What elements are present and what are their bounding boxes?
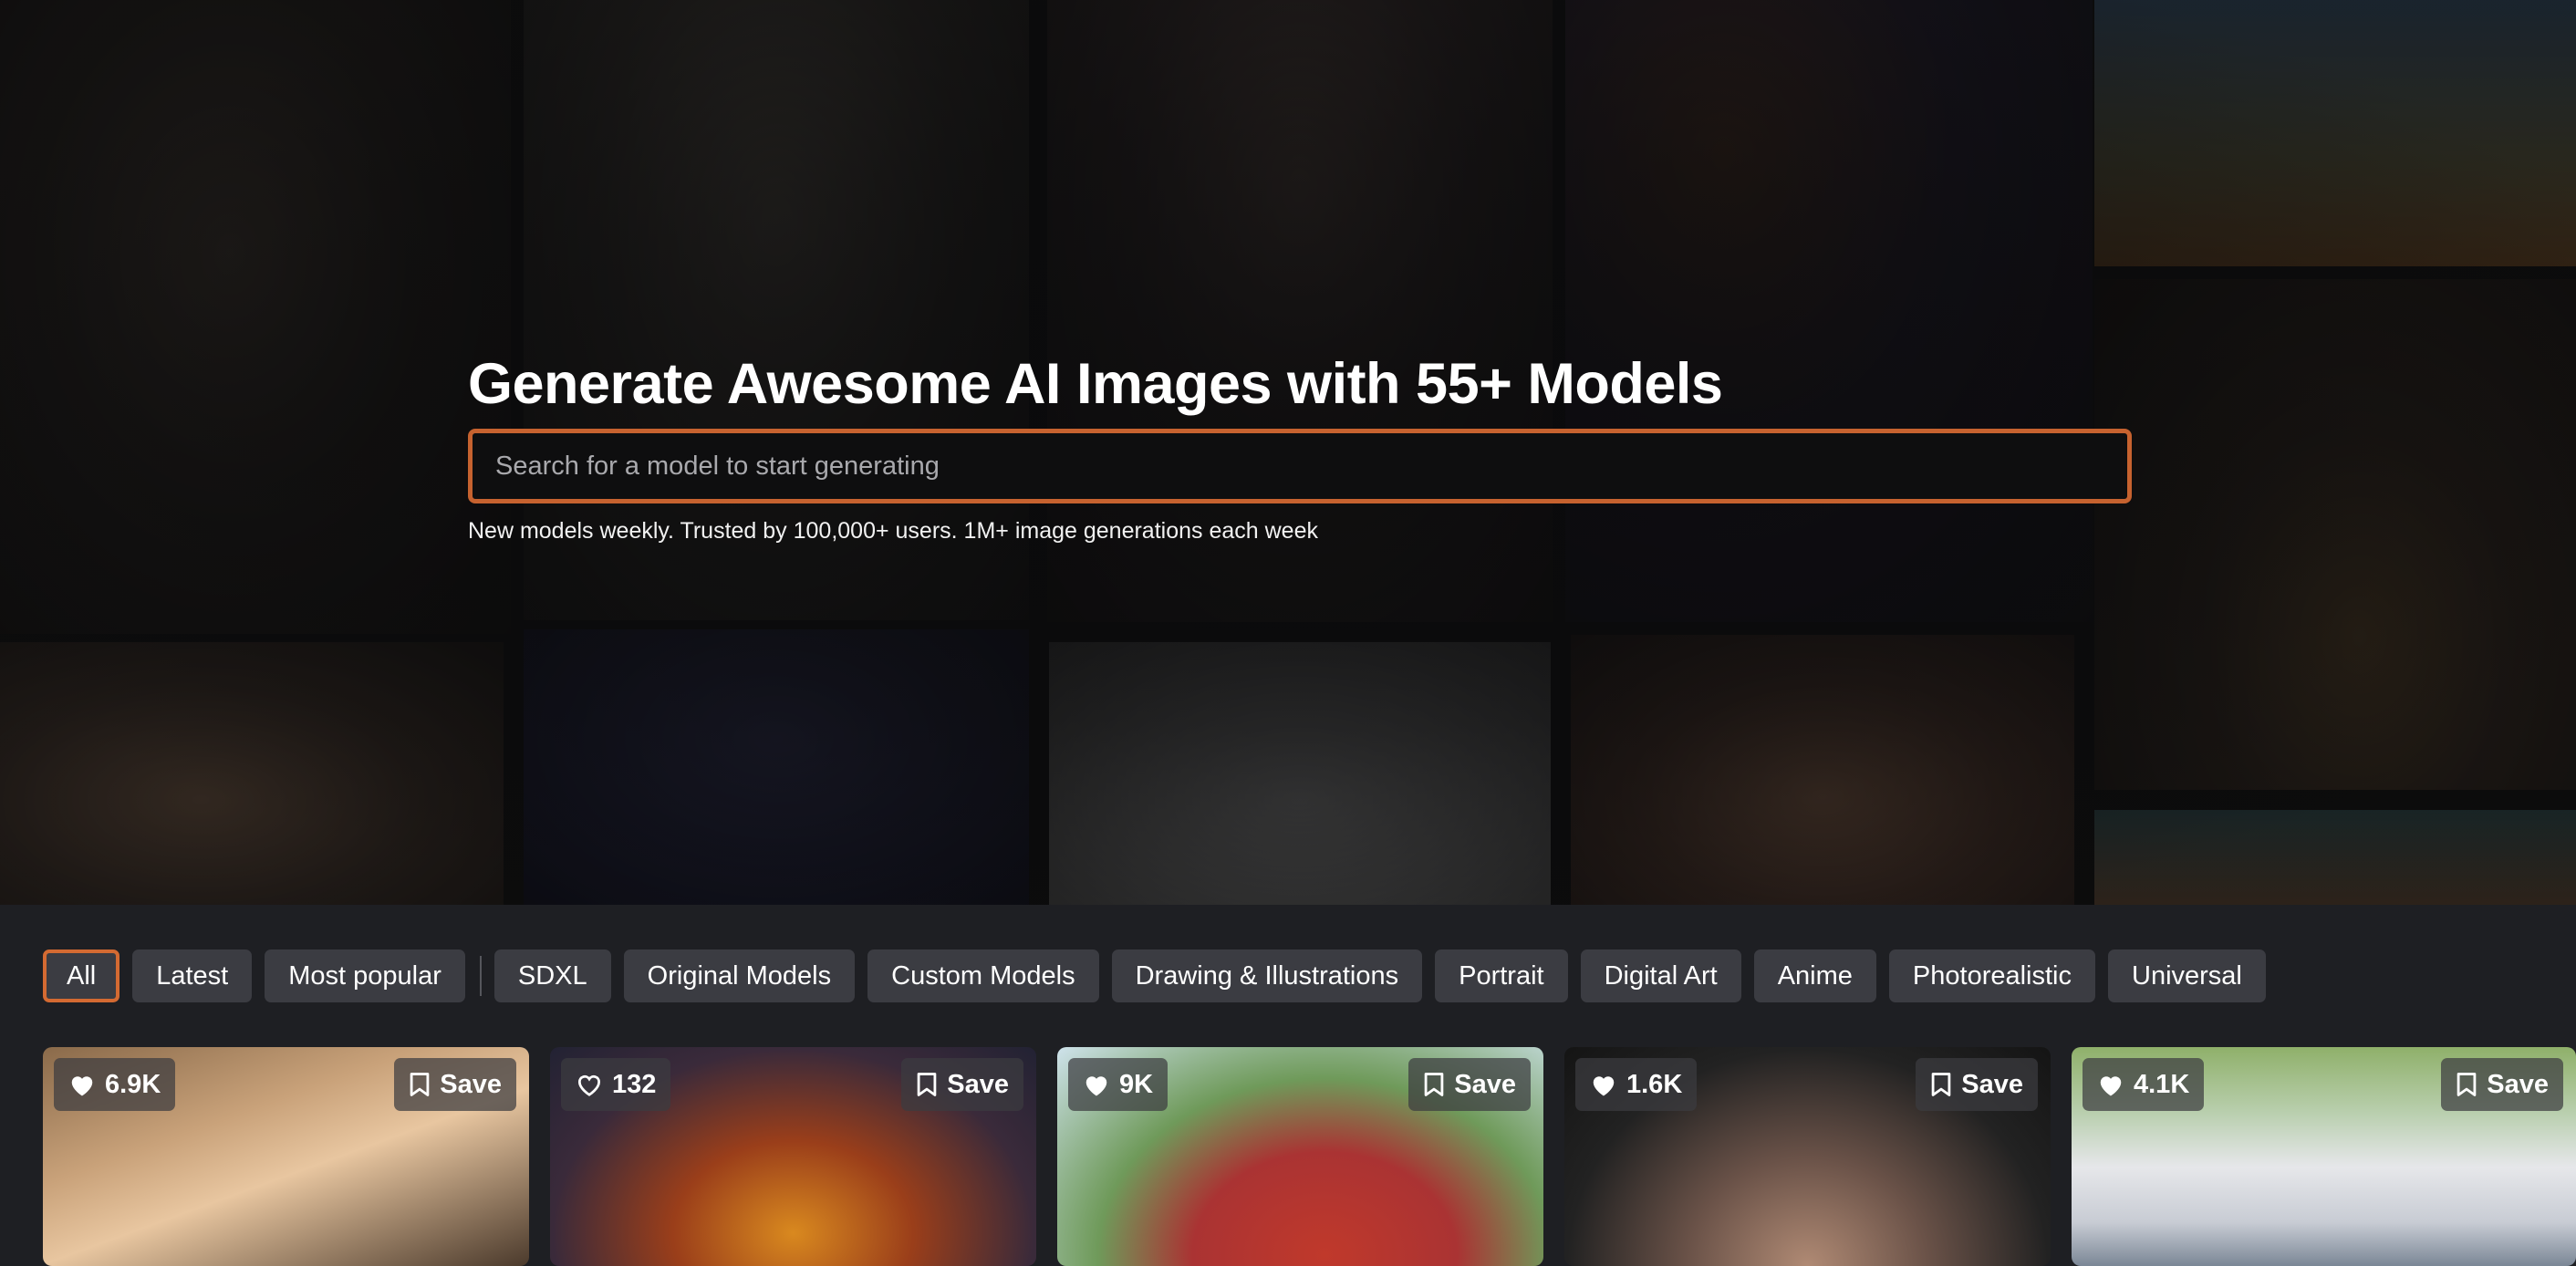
model-card[interactable]: 1.6K Save: [1564, 1047, 2051, 1266]
filter-chip-photorealistic[interactable]: Photorealistic: [1888, 950, 2095, 1002]
bookmark-icon: [2457, 1073, 2477, 1096]
like-button[interactable]: 9K: [1068, 1058, 1169, 1111]
filter-chip-drawing-illustrations[interactable]: Drawing & Illustrations: [1111, 950, 1423, 1002]
like-count: 4.1K: [2134, 1069, 2190, 1099]
save-label: Save: [2487, 1069, 2549, 1099]
heart-icon: [71, 1076, 93, 1096]
like-count: 6.9K: [105, 1069, 161, 1099]
filter-chip-universal[interactable]: Universal: [2108, 950, 2266, 1002]
heart-icon: [1593, 1076, 1615, 1096]
model-card[interactable]: 132 Save: [550, 1047, 1036, 1266]
filter-chip-most-popular[interactable]: Most popular: [265, 950, 465, 1002]
hero-title: Generate Awesome AI Images with 55+ Mode…: [468, 352, 1723, 416]
model-card[interactable]: 9K Save: [1057, 1047, 1543, 1266]
like-button[interactable]: 4.1K: [2083, 1058, 2205, 1111]
bookmark-icon: [917, 1073, 937, 1096]
model-card[interactable]: 6.9K Save: [43, 1047, 529, 1266]
hero-content: Generate Awesome AI Images with 55+ Mode…: [468, 348, 2132, 545]
filter-chip-custom-models[interactable]: Custom Models: [867, 950, 1099, 1002]
save-label: Save: [440, 1069, 502, 1099]
like-button[interactable]: 6.9K: [54, 1058, 176, 1111]
save-button[interactable]: Save: [901, 1058, 1023, 1111]
bookmark-icon: [410, 1073, 430, 1096]
like-count: 1.6K: [1626, 1069, 1683, 1099]
like-button[interactable]: 1.6K: [1575, 1058, 1698, 1111]
hero-banner: Generate Awesome AI Images with 55+ Mode…: [0, 0, 2576, 905]
save-button[interactable]: Save: [2441, 1058, 2563, 1111]
filter-chip-all[interactable]: All: [43, 950, 120, 1002]
bookmark-icon: [1931, 1073, 1951, 1096]
bookmark-icon: [1424, 1073, 1444, 1096]
save-label: Save: [1454, 1069, 1516, 1099]
model-search-input[interactable]: [495, 451, 2104, 482]
save-button[interactable]: Save: [1916, 1058, 2038, 1111]
model-search-box[interactable]: [468, 429, 2132, 503]
hero-tagline: New models weekly. Trusted by 100,000+ u…: [468, 518, 1318, 544]
filter-chip-anime[interactable]: Anime: [1753, 950, 1876, 1002]
like-button[interactable]: 132: [561, 1058, 671, 1111]
model-card[interactable]: 4.1K Save: [2072, 1047, 2576, 1266]
filter-chip-latest[interactable]: Latest: [132, 950, 253, 1002]
filter-chip-digital-art[interactable]: Digital Art: [1580, 950, 1741, 1002]
category-filter-bar: All Latest Most popular SDXL Original Mo…: [43, 949, 2279, 1003]
heart-icon: [2100, 1076, 2122, 1096]
like-count: 9K: [1119, 1069, 1154, 1099]
save-button[interactable]: Save: [394, 1058, 516, 1111]
filter-divider: [479, 956, 482, 996]
save-label: Save: [1961, 1069, 2023, 1099]
save-button[interactable]: Save: [1408, 1058, 1531, 1111]
heart-outline-icon: [578, 1074, 600, 1096]
heart-icon: [1085, 1076, 1107, 1096]
save-label: Save: [947, 1069, 1009, 1099]
filter-chip-sdxl[interactable]: SDXL: [493, 950, 611, 1002]
filter-chip-portrait[interactable]: Portrait: [1435, 950, 1568, 1002]
like-count: 132: [612, 1069, 657, 1099]
filter-chip-original-models[interactable]: Original Models: [623, 950, 856, 1002]
